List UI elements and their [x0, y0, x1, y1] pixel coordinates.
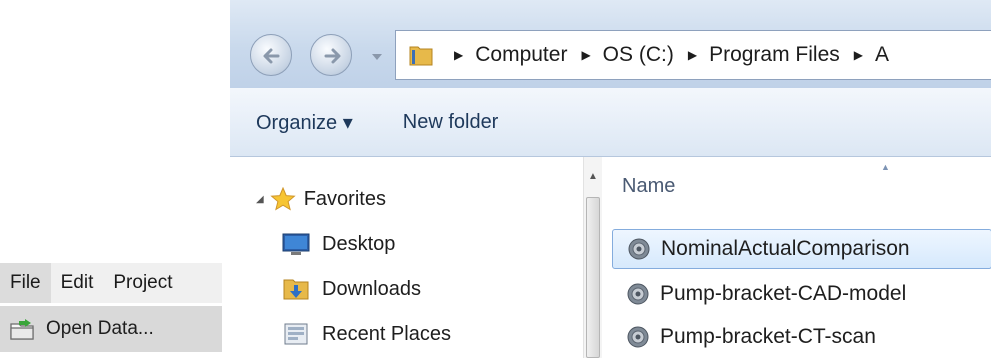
- new-folder-button[interactable]: New folder: [378, 111, 524, 134]
- app-menubar: File Edit Project: [0, 263, 222, 303]
- crumb-program-files[interactable]: Program Files: [709, 43, 840, 67]
- recent-pages-dropdown-icon[interactable]: [370, 50, 384, 64]
- nav-item-label: Recent Places: [322, 322, 451, 345]
- command-toolbar: Organize ▾ New folder: [230, 88, 991, 157]
- file-row[interactable]: Pump-bracket-CAD-model: [612, 274, 991, 314]
- nav-item-desktop[interactable]: Desktop: [282, 232, 395, 256]
- project-file-icon: [626, 325, 650, 349]
- menu-item-open-data[interactable]: Open Data...: [0, 306, 222, 352]
- folder-icon: [408, 43, 434, 67]
- file-list-pane: ▲ Name NominalActualComparison Pump-brac…: [602, 157, 991, 358]
- address-path[interactable]: ▶ Computer ▶ OS (C:) ▶ Program Files ▶ A: [395, 30, 991, 80]
- crumb-os-drive[interactable]: OS (C:): [603, 43, 674, 67]
- path-separator-icon[interactable]: ▶: [854, 48, 863, 62]
- sort-ascending-icon: ▲: [881, 162, 890, 172]
- file-name: Pump-bracket-CAD-model: [660, 282, 907, 305]
- recent-places-icon: [282, 322, 310, 346]
- crumb-next[interactable]: A: [875, 43, 889, 67]
- favorites-label: Favorites: [303, 187, 386, 210]
- scroll-up-arrow-icon[interactable]: ▲: [588, 171, 598, 182]
- file-name: Pump-bracket-CT-scan: [660, 325, 876, 348]
- open-folder-icon: [10, 318, 36, 340]
- open-data-label: Open Data...: [46, 318, 154, 339]
- star-icon: [270, 186, 296, 211]
- path-separator-icon[interactable]: ▶: [454, 48, 463, 62]
- scroll-thumb[interactable]: [586, 197, 600, 358]
- organize-button[interactable]: Organize ▾: [230, 110, 378, 135]
- nav-item-label: Desktop: [322, 232, 396, 255]
- path-separator-icon[interactable]: ▶: [688, 48, 697, 62]
- project-file-icon: [627, 237, 651, 261]
- crumb-computer[interactable]: Computer: [475, 43, 567, 67]
- desktop-icon: [282, 232, 310, 256]
- nav-item-label: Downloads: [322, 277, 421, 300]
- file-row-selected[interactable]: NominalActualComparison: [612, 229, 991, 269]
- column-header-name[interactable]: Name: [622, 175, 675, 198]
- address-bar-region: ▶ Computer ▶ OS (C:) ▶ Program Files ▶ A: [230, 0, 991, 89]
- nav-scrollbar[interactable]: ▲: [583, 157, 602, 358]
- collapse-triangle-icon[interactable]: ◢: [256, 194, 264, 205]
- nav-item-recent-places[interactable]: Recent Places: [282, 322, 451, 346]
- explorer-window: ▶ Computer ▶ OS (C:) ▶ Program Files ▶ A…: [230, 0, 991, 358]
- menu-file[interactable]: File: [0, 263, 51, 303]
- project-file-icon: [626, 282, 650, 306]
- menu-edit[interactable]: Edit: [51, 263, 104, 303]
- file-name: NominalActualComparison: [661, 237, 910, 260]
- menu-project[interactable]: Project: [103, 263, 182, 303]
- downloads-folder-icon: [282, 277, 310, 301]
- forward-button[interactable]: [310, 34, 352, 76]
- back-button[interactable]: [250, 34, 292, 76]
- path-separator-icon[interactable]: ▶: [581, 48, 590, 62]
- forward-arrow-icon: [324, 48, 341, 64]
- nav-item-downloads[interactable]: Downloads: [282, 277, 421, 301]
- nav-favorites[interactable]: ◢ Favorites: [256, 186, 386, 211]
- file-row[interactable]: Pump-bracket-CT-scan: [612, 317, 991, 357]
- navigation-pane: ◢ Favorites Desktop Downloads Recent Pla…: [240, 157, 583, 358]
- back-arrow-icon: [263, 48, 280, 64]
